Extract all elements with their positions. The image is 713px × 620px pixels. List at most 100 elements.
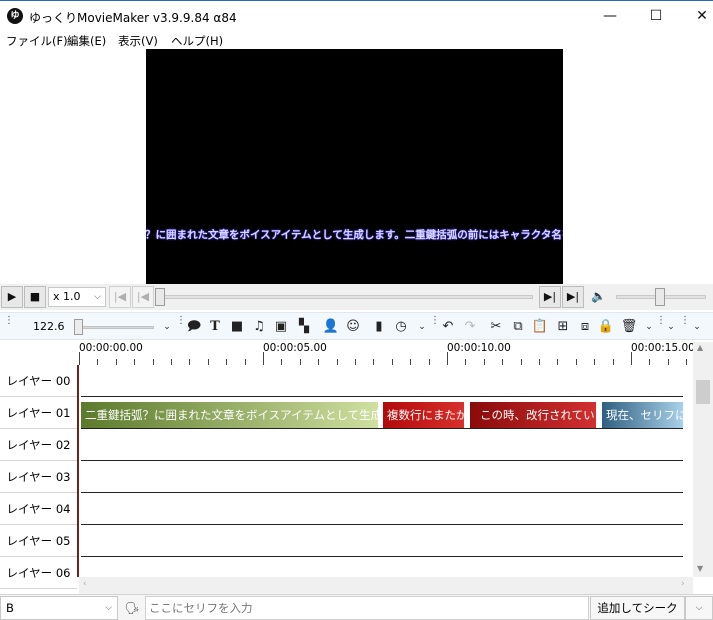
menu-view[interactable]: 表示(V): [118, 33, 158, 49]
voice-settings-button[interactable]: 🗣: [121, 597, 143, 619]
skip-start-icon: |◀: [113, 290, 127, 303]
layer-header-column: レイヤー 00 レイヤー 01 レイヤー 02 レイヤー 03 レイヤー 04 …: [0, 365, 79, 589]
grip-icon[interactable]: ⋮: [656, 316, 666, 336]
close-button[interactable]: ✕: [679, 1, 713, 32]
zoom-track[interactable]: [80, 326, 154, 329]
grip-icon[interactable]: ⋮: [430, 316, 440, 336]
track-separator: [81, 556, 683, 557]
layer-label[interactable]: レイヤー 02: [0, 429, 77, 461]
clock-icon[interactable]: ◷: [392, 317, 410, 337]
preview-subtitle: 括弧？に囲まれた文章をボイスアイテムとして生成します。二重鍵括弧の前にはキャラク…: [146, 229, 563, 241]
speed-select[interactable]: x 1.0 ⌵: [48, 287, 106, 307]
toolbar-overflow-icon[interactable]: ⌄: [158, 317, 176, 337]
bookmark-icon[interactable]: ▮: [370, 317, 388, 337]
scroll-down-icon[interactable]: ▼: [697, 564, 703, 573]
add-options-dropdown[interactable]: ⌵: [685, 596, 713, 620]
jump-start-button[interactable]: |◀: [109, 286, 131, 308]
jump-end-button[interactable]: ▶|: [562, 286, 584, 308]
ruler-label: 00:00:15.00: [631, 342, 695, 354]
seek-track[interactable]: [157, 295, 533, 299]
scroll-up-icon[interactable]: ▲: [697, 343, 703, 352]
window-title: ゆっくりMovieMaker v3.9.9.84 α84: [29, 11, 237, 25]
seek-thumb[interactable]: [155, 288, 165, 306]
zoom-thumb[interactable]: [74, 319, 83, 335]
layer-label[interactable]: レイヤー 05: [0, 525, 77, 557]
chevron-down-icon: ⌵: [94, 292, 101, 302]
layer-label[interactable]: レイヤー 04: [0, 493, 77, 525]
toolbar-overflow-icon[interactable]: ⌄: [688, 317, 706, 337]
menu-edit[interactable]: 編集(E): [67, 33, 106, 49]
volume-thumb[interactable]: [655, 288, 665, 306]
video-preview[interactable]: 括弧？に囲まれた文章をボイスアイテムとして生成します。二重鍵括弧の前にはキャラク…: [146, 49, 563, 284]
play-button[interactable]: ▶: [1, 286, 23, 308]
ruler-tick: [263, 352, 264, 365]
ruler-label: 00:00:00.00: [79, 342, 143, 354]
copy-icon[interactable]: ⧉: [509, 317, 527, 337]
speed-value: x 1.0: [53, 290, 81, 303]
timeline-clip[interactable]: この時、改行されている箇所: [470, 402, 596, 428]
stop-button[interactable]: ■: [24, 286, 46, 308]
add-character-icon[interactable]: 👤: [322, 317, 340, 337]
paste-icon[interactable]: 📋: [531, 317, 549, 337]
timeline-ruler[interactable]: 00:00:00.00 00:00:05.00 00:00:10.00 00:0…: [79, 342, 695, 365]
layer-label[interactable]: レイヤー 03: [0, 461, 77, 493]
layer-label[interactable]: レイヤー 01: [0, 397, 77, 429]
grip-icon[interactable]: ⋮: [680, 316, 690, 336]
vertical-scrollbar[interactable]: ▲ ▼: [693, 342, 713, 577]
redo-icon[interactable]: ↷: [461, 317, 479, 337]
timeline-clip[interactable]: 二重鍵括弧？に囲まれた文章をボイスアイテムとして生成します: [81, 402, 378, 428]
add-text-item-icon[interactable]: T: [206, 317, 224, 337]
timeline-clip[interactable]: 複数行にまたがる: [383, 402, 464, 428]
horizontal-scrollbar[interactable]: ‹ ›: [79, 577, 693, 594]
play-icon: ▶: [7, 290, 17, 303]
track-separator: [81, 396, 683, 397]
prev-frame-button[interactable]: |◀: [132, 286, 154, 308]
ruler-tick: [447, 352, 448, 365]
serif-input-bar: B ⌵ 🗣 追加してシーク ⌵: [0, 594, 713, 620]
menu-help[interactable]: ヘルプ(H): [171, 33, 223, 49]
toolbar-overflow-icon[interactable]: ⌄: [662, 317, 680, 337]
group-icon[interactable]: ⊞: [554, 317, 572, 337]
track-separator: [81, 492, 683, 493]
timeline-tracks[interactable]: [81, 365, 683, 577]
add-face-icon[interactable]: ☺: [344, 317, 362, 337]
add-image-item-icon[interactable]: ▣: [272, 317, 290, 337]
step-back-icon: |◀: [136, 290, 150, 303]
add-and-seek-button[interactable]: 追加してシーク: [590, 596, 685, 620]
chevron-down-icon: ⌵: [105, 603, 112, 613]
add-video-item-icon[interactable]: ■: [228, 317, 246, 337]
ruler-tick: [686, 359, 688, 365]
character-select[interactable]: B ⌵: [0, 596, 118, 620]
layer-label[interactable]: レイヤー 00: [0, 365, 77, 397]
grip-icon[interactable]: ⋮: [4, 316, 14, 336]
scroll-right-icon[interactable]: ›: [681, 579, 685, 589]
add-shape-item-icon[interactable]: ▚: [295, 317, 313, 337]
add-voice-item-icon[interactable]: 🗩: [185, 317, 203, 337]
layer-label[interactable]: レイヤー 06: [0, 557, 77, 589]
scissors-icon[interactable]: ✂: [487, 317, 505, 337]
menu-bar: ファイル(F) 編集(E) 表示(V) ヘルプ(H): [0, 31, 713, 49]
character-value: B: [6, 601, 14, 615]
track-separator: [81, 428, 683, 429]
ruler-label: 00:00:05.00: [263, 342, 327, 354]
frame-icon[interactable]: ⧈: [576, 317, 594, 337]
vertical-scroll-thumb[interactable]: [696, 380, 710, 404]
next-frame-button[interactable]: ▶|: [539, 286, 561, 308]
maximize-button[interactable]: ☐: [633, 1, 679, 32]
undo-icon[interactable]: ↶: [439, 317, 457, 337]
serif-input[interactable]: [145, 596, 589, 620]
scroll-left-icon[interactable]: ‹: [83, 579, 87, 589]
toolbar-overflow-icon[interactable]: ⌄: [413, 317, 431, 337]
ruler-tick: [631, 352, 632, 365]
timeline-clip[interactable]: 現在、セリフには: [602, 402, 683, 428]
minimize-button[interactable]: —: [587, 1, 633, 32]
add-audio-item-icon[interactable]: ♫: [250, 317, 268, 337]
chevron-down-icon: ⌵: [695, 603, 703, 613]
lock-icon[interactable]: 🔒: [597, 317, 615, 337]
zoom-value: 122.6: [33, 320, 65, 333]
skip-end-icon: ▶|: [566, 290, 580, 303]
grip-icon[interactable]: ⋮: [176, 316, 186, 336]
menu-file[interactable]: ファイル(F): [6, 33, 68, 49]
ruler-tick: [79, 352, 80, 365]
trash-icon[interactable]: 🗑: [620, 317, 638, 337]
